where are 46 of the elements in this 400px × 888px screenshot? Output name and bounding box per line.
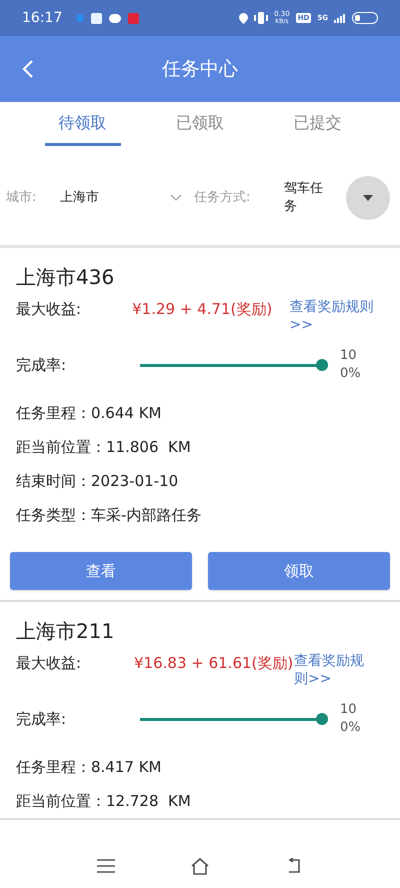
mode-value: 驾车任务 <box>284 180 324 216</box>
completion-label: 完成率: <box>16 708 68 730</box>
reward-amount: ¥1.29 + 4.71(奖励) <box>132 299 274 320</box>
location-icon <box>239 12 248 24</box>
task-action-button[interactable]: 查看 <box>10 552 192 590</box>
detail-label: 任务里程： <box>16 756 91 778</box>
menu-icon[interactable] <box>97 859 116 873</box>
city-label: 城市: <box>6 188 38 207</box>
home-icon[interactable] <box>190 857 210 875</box>
task-action-button[interactable]: 领取 <box>208 552 390 590</box>
detail-label: 任务类型： <box>16 504 91 526</box>
city-value: 上海市 <box>60 188 100 207</box>
detail-value: 11.806 KM <box>106 436 191 458</box>
chevron-down-icon[interactable] <box>170 194 182 202</box>
reward-label: 最大收益: <box>16 299 82 320</box>
detail-value: 2023-01-10 <box>91 470 178 492</box>
detail-label: 距当前位置： <box>16 790 106 812</box>
detail-value: 车采-内部路任务 <box>91 504 202 526</box>
reward-rules-link[interactable]: 查看奖励规则>> <box>290 298 384 334</box>
task-title: 上海市436 <box>16 264 116 291</box>
detail-value: 8.417 KM <box>91 756 162 778</box>
reward-rules-link[interactable]: 查看奖励规则>> <box>294 652 370 688</box>
mode-label: 任务方式: <box>194 188 252 207</box>
detail-label: 距当前位置： <box>16 436 106 458</box>
detail-value: 0.644 KM <box>91 402 162 424</box>
task-title: 上海市211 <box>16 618 116 645</box>
reward-amount: ¥16.83 + 61.61(奖励) <box>134 653 294 674</box>
completion-reading: 100% <box>340 347 362 383</box>
completion-reading: 100% <box>340 701 362 737</box>
vibrate-icon <box>254 12 268 24</box>
detail-label: 结束时间： <box>16 470 91 492</box>
reward-label: 最大收益: <box>16 653 82 674</box>
app-icon <box>128 12 140 24</box>
chat-icon <box>109 14 122 22</box>
tab[interactable]: 已领取 <box>141 102 259 150</box>
tab[interactable]: 已提交 <box>258 102 376 150</box>
tab[interactable]: 待领取 <box>24 102 142 150</box>
completion-label: 完成率: <box>16 354 68 376</box>
header-title: 任务中心 <box>162 56 238 82</box>
detail-label: 任务里程： <box>16 402 91 424</box>
signal-icon <box>334 14 346 22</box>
battery-icon <box>352 12 378 24</box>
app-icon <box>91 12 102 24</box>
detail-value: 12.728 KM <box>106 790 191 812</box>
status-time: 16:17 <box>22 8 62 28</box>
caret-icon <box>363 194 373 200</box>
